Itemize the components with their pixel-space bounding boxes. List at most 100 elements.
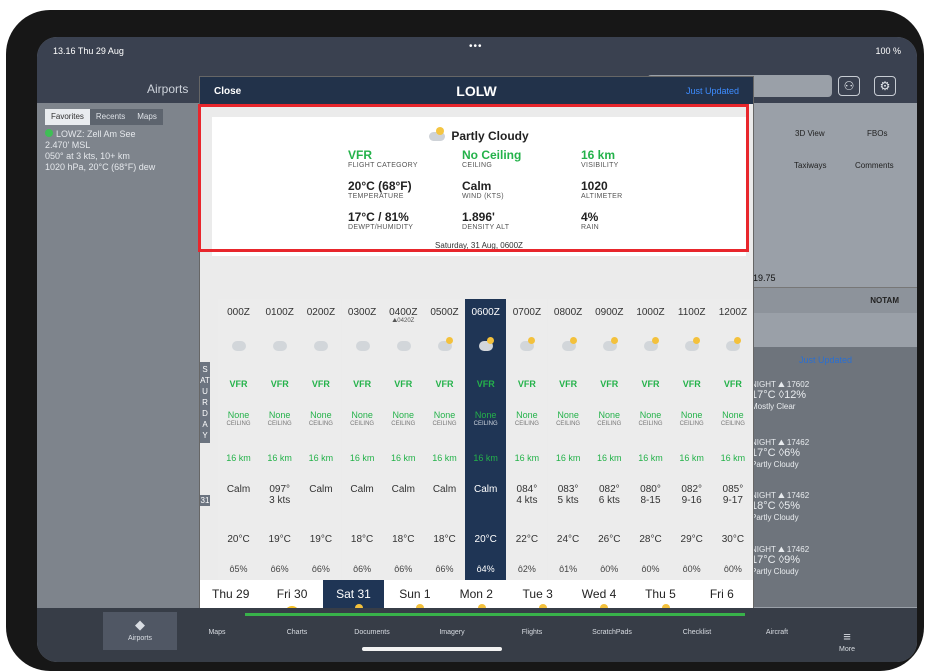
ceiling: None CEILING xyxy=(514,410,539,428)
list-segments: Favorites Recents Maps xyxy=(45,109,163,125)
ceiling: None CEILING xyxy=(432,410,457,428)
humidity: ô6% xyxy=(394,564,413,574)
partly-cloudy-icon xyxy=(479,337,495,351)
hour-label: 0400Z xyxy=(389,307,418,318)
fbos-button[interactable]: FBOs xyxy=(867,129,887,138)
hour-column[interactable]: 0100Z VFR None CEILING 16 km 097° 3 kts 19°C ô6% xyxy=(259,299,301,580)
visibility: 16 km xyxy=(267,453,292,463)
hour-column[interactable]: 0900Z VFR None CEILING 16 km 082° 6 kts 26°C ô0% xyxy=(588,299,630,580)
hourly-forecast-grid[interactable]: 000Z VFR None CEILING 16 km Calm 20°C ô5% 0100Z V… xyxy=(218,299,754,580)
humidity: ô1% xyxy=(559,564,578,574)
partly-cloudy-icon xyxy=(726,337,742,351)
airport-pressure: 1020 hPa, 20°C (68°F) dew xyxy=(45,162,156,172)
ceiling: None CEILING xyxy=(391,410,416,428)
flight-category: VFR xyxy=(394,379,413,389)
temperature: 24°C xyxy=(556,534,580,545)
status-time: 13.16 Thu 29 Aug xyxy=(53,46,124,56)
tab-favorites[interactable]: Favorites xyxy=(45,109,90,125)
day-name: Fri 6 xyxy=(709,587,734,601)
ceiling: None CEILING xyxy=(226,410,251,428)
wind: Calm xyxy=(474,484,498,495)
wind: Calm xyxy=(391,484,415,495)
humidity: ô6% xyxy=(435,564,454,574)
tab-flights[interactable]: Flights xyxy=(502,629,562,636)
visibility: 16 km xyxy=(349,453,375,463)
ceiling: None CEILING xyxy=(267,410,292,428)
day-name: Fri 30 xyxy=(276,587,308,601)
tab-checklist[interactable]: Checklist xyxy=(667,629,727,636)
notam-tab-row: NOTAM xyxy=(749,287,917,313)
settings-icon[interactable]: ⚙ xyxy=(874,76,896,96)
flight-category: VFR xyxy=(723,379,742,389)
sidebar-row[interactable]: NIGHT ⛰ 17462 17°C ◊6% Partly Cloudy xyxy=(751,437,841,470)
home-indicator[interactable] xyxy=(362,647,502,651)
tab-imagery[interactable]: Imagery xyxy=(422,629,482,636)
partly-cloudy-icon xyxy=(561,337,577,351)
bottom-tab-bar: ◆ Airports Maps Charts Documents Imagery Fligh… xyxy=(37,608,917,662)
taxiways-button[interactable]: Taxiways xyxy=(794,161,826,170)
airport-list-item[interactable]: LOWZ: Zell Am See 2.470' MSL 050° at 3 k… xyxy=(45,129,200,173)
tab-charts[interactable]: Charts xyxy=(267,629,327,636)
temperature: 19°C xyxy=(309,534,333,545)
humidity: ô0% xyxy=(723,564,742,574)
sidebar-row[interactable]: NIGHT ⛰ 17602 17°C ◊12% Mostly Clear xyxy=(751,379,841,412)
hour-column[interactable]: 0400Z ⛰0420Z VFR None CEILING 16 km Calm 18°C ô6… xyxy=(382,299,424,580)
airport-elevation: 2.470' MSL xyxy=(45,140,91,150)
day-name: Wed 4 xyxy=(581,587,617,601)
visibility: 16 km xyxy=(308,453,334,463)
day-name: Mon 2 xyxy=(459,587,493,601)
hour-column[interactable]: 0800Z VFR None CEILING 16 km 083° 5 kts 24°C ô1% xyxy=(547,299,589,580)
sidebar-row[interactable]: NIGHT ⛰ 17462 18°C ◊5% Partly Cloudy xyxy=(751,490,841,523)
hour-column[interactable]: 1000Z VFR None CEILING 16 km 080° 8-15 28°C ô0% xyxy=(630,299,671,580)
tab-label: Flights xyxy=(521,629,543,636)
partly-cloudy-icon xyxy=(520,337,536,351)
multitask-dots[interactable]: ••• xyxy=(469,41,483,52)
tab-documents[interactable]: Documents xyxy=(342,629,402,636)
tab-notam[interactable]: NOTAM xyxy=(870,296,899,305)
wind: Calm xyxy=(350,484,374,495)
hour-column[interactable]: 1100Z VFR None CEILING 16 km 082° 9-16 29°C ô0% xyxy=(671,299,713,580)
partly-cloudy-icon xyxy=(438,337,453,351)
wind: 080° 8-15 xyxy=(640,484,661,506)
humidity: ô5% xyxy=(229,564,248,574)
wind: 082° 6 kts xyxy=(598,484,620,506)
hour-column[interactable]: 000Z VFR None CEILING 16 km Calm 20°C ô5% xyxy=(218,299,259,580)
tab-aircraft[interactable]: Aircraft xyxy=(747,629,807,636)
tab-scratchpads[interactable]: ScratchPads xyxy=(582,629,642,636)
humidity: ô6% xyxy=(353,564,372,574)
tab-maps[interactable]: Maps xyxy=(187,629,247,636)
tab-label: Aircraft xyxy=(765,629,789,636)
temperature: 22°C xyxy=(515,534,539,545)
temperature: 30°C xyxy=(721,534,745,545)
humidity: ô6% xyxy=(270,564,289,574)
flight-category: VFR xyxy=(682,379,701,389)
temperature: 29°C xyxy=(680,534,703,545)
tab-airports[interactable]: ◆ Airports xyxy=(103,612,177,650)
flight-category: VFR xyxy=(353,379,372,389)
comments-button[interactable]: Comments xyxy=(855,161,894,170)
profile-icon[interactable]: ⚇ xyxy=(838,76,860,96)
tab-more[interactable]: ≡ More xyxy=(817,629,877,653)
wind: 083° 5 kts xyxy=(557,484,579,506)
hour-label: 1100Z xyxy=(677,307,706,318)
wind: 085° 9-17 xyxy=(722,484,744,506)
airport-list-panel xyxy=(37,103,202,608)
hour-column[interactable]: 0500Z VFR None CEILING 16 km Calm 18°C ô6% xyxy=(424,299,465,580)
menu-icon: ≡ xyxy=(843,629,851,644)
sidebar-row[interactable]: NIGHT ⛰ 17462 17°C ◊9% Partly Cloudy xyxy=(751,544,841,577)
hour-column[interactable]: 1200Z VFR None CEILING 16 km 085° 9-17 30°C ô0% xyxy=(712,299,754,580)
status-bar: 13.16 Thu 29 Aug ••• 100 % xyxy=(37,37,917,61)
tab-maps[interactable]: Maps xyxy=(131,109,163,125)
tab-recents[interactable]: Recents xyxy=(89,109,132,125)
visibility: 16 km xyxy=(514,453,540,463)
airport-name: LOWZ: Zell Am See xyxy=(56,129,136,139)
airport-icon: ◆ xyxy=(135,617,145,632)
temperature: 20°C xyxy=(227,534,250,545)
hour-column[interactable]: 0300Z VFR None CEILING 16 km Calm 18°C ô6% xyxy=(341,299,383,580)
3d-view-button[interactable]: 3D View xyxy=(795,129,825,138)
tab-label: Checklist xyxy=(682,629,712,636)
hour-label: 000Z xyxy=(227,307,250,318)
hour-column[interactable]: 0200Z VFR None CEILING 16 km Calm 19°C ô6% xyxy=(300,299,342,580)
hour-column[interactable]: 0600Z VFR None CEILING 16 km Calm 20°C ô4% xyxy=(465,299,507,580)
hour-column[interactable]: 0700Z VFR None CEILING 16 km 084° 4 kts 22°C ô2% xyxy=(506,299,548,580)
